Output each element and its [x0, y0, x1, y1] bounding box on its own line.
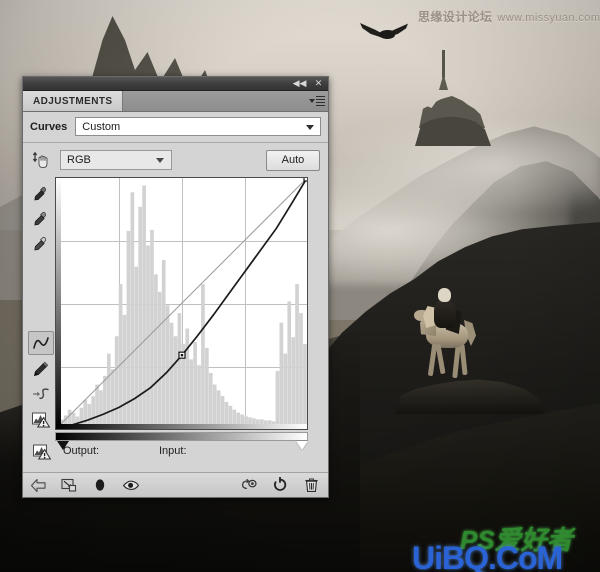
horse-leg-rear-2	[459, 343, 468, 376]
smooth-curve-button[interactable]	[29, 383, 53, 405]
view-previous-state-button[interactable]	[240, 476, 258, 494]
eye-icon	[122, 480, 140, 490]
return-to-adjustment-list-button[interactable]	[29, 476, 47, 494]
preset-dropdown[interactable]: Custom	[75, 117, 321, 136]
bird-silhouette	[360, 22, 412, 44]
panel-titlebar: ◀◀ ✕	[23, 77, 328, 91]
left-arrow-icon	[30, 478, 46, 492]
targeted-adjustment-tool-button[interactable]	[30, 149, 52, 171]
white-point-slider[interactable]	[296, 441, 308, 450]
bird-body	[379, 30, 395, 39]
watermark-bottom: PS爱好者 UiBQ.CoM	[412, 520, 600, 572]
channel-row: RGB Auto	[23, 143, 328, 177]
delete-adjustment-layer-button[interactable]	[302, 476, 320, 494]
adjustment-title: Curves	[30, 120, 68, 133]
input-field-group: Input:	[159, 445, 259, 457]
output-field-group: Output:	[63, 445, 159, 457]
castle-tower-roof	[439, 74, 448, 90]
black-point-eyedropper-button[interactable]	[29, 183, 53, 205]
curve-graph-area	[23, 177, 328, 450]
histogram-bars	[56, 185, 307, 429]
watermark-top-url: www.missyuan.com	[497, 12, 600, 24]
curve-icon	[33, 337, 49, 349]
curves-graph[interactable]	[55, 177, 308, 430]
histogram-options-button[interactable]	[29, 408, 53, 430]
rider-torso	[434, 300, 456, 328]
reset-adjustment-button[interactable]	[271, 476, 289, 494]
clip-to-layer-button[interactable]	[60, 476, 78, 494]
pencil-draw-curve-tool-button[interactable]	[29, 358, 53, 380]
chevron-down-icon	[309, 99, 315, 103]
preset-row: Curves Custom	[23, 112, 328, 143]
auto-button-label: Auto	[281, 154, 305, 166]
panel-menu-icon[interactable]	[306, 91, 328, 111]
chevron-down-icon	[156, 158, 164, 163]
channel-dropdown[interactable]: RGB	[60, 150, 172, 170]
collapse-panel-icon[interactable]: ◀◀	[293, 78, 307, 89]
histogram-warning-icon	[33, 444, 52, 460]
eyedropper-icon	[34, 236, 46, 251]
castle-on-peak	[415, 50, 491, 146]
eyedropper-icon	[34, 186, 46, 201]
clip-mask-icon	[60, 478, 76, 492]
watermark-top: 思缘设计论坛 www.missyuan.com	[418, 8, 600, 25]
tonal-range-gradient-bar	[55, 432, 308, 441]
watermark-bottom-blue: UiBQ.CoM	[412, 540, 563, 572]
horse-leg-front-2	[435, 343, 446, 375]
white-point-eyedropper-button[interactable]	[29, 233, 53, 255]
horse-and-rider	[414, 286, 480, 398]
chevron-down-icon	[306, 124, 314, 130]
panel-tabstrip: ADJUSTMENTS	[23, 91, 328, 112]
eyedropper-icon	[34, 211, 46, 226]
castle-spire	[442, 50, 445, 78]
gray-point-eyedropper-button[interactable]	[29, 208, 53, 230]
toggle-layer-visibility-button[interactable]	[122, 476, 140, 494]
output-gradient-ramp	[56, 178, 61, 429]
previous-state-icon	[241, 479, 257, 490]
hamburger-icon	[316, 95, 325, 107]
watermark-top-chinese: 思缘设计论坛	[418, 10, 493, 24]
screenshot-root: 思缘设计论坛 www.missyuan.com PS爱好者 UiBQ.CoM ◀◀…	[0, 0, 600, 572]
curve-plot	[56, 178, 307, 429]
tab-adjustments-label: ADJUSTMENTS	[33, 95, 113, 107]
panel-bottom-toolbar	[23, 472, 328, 497]
trash-icon	[304, 478, 318, 492]
smooth-curve-icon	[33, 388, 49, 400]
input-label: Input:	[159, 445, 187, 457]
curve-control-point-selected-dot	[180, 353, 184, 357]
curve-tools-column	[27, 177, 55, 430]
auto-button[interactable]: Auto	[266, 149, 320, 171]
channel-dropdown-value: RGB	[67, 154, 91, 166]
preset-dropdown-value: Custom	[82, 120, 121, 133]
graph-wrapper	[55, 177, 310, 450]
filled-circle-icon	[95, 479, 105, 491]
tab-adjustments[interactable]: ADJUSTMENTS	[23, 91, 124, 111]
edit-points-curve-tool-button[interactable]	[28, 331, 54, 355]
histogram-options-icon[interactable]	[29, 439, 55, 463]
pencil-icon	[33, 361, 49, 377]
rider-head	[438, 288, 451, 302]
adjustment-preview-button[interactable]	[91, 476, 109, 494]
close-icon[interactable]: ✕	[312, 78, 325, 89]
adjustments-panel: ◀◀ ✕ ADJUSTMENTS Curves Custom RGB Auto …	[22, 76, 329, 498]
tabstrip-filler	[123, 91, 306, 111]
hand-pointer-icon	[32, 151, 48, 168]
input-gradient-ramp	[56, 424, 307, 429]
curve-control-point-2[interactable]	[303, 178, 307, 182]
reset-circular-arrow-icon	[274, 477, 287, 491]
black-point-slider[interactable]	[57, 441, 69, 450]
histogram-warning-icon	[32, 412, 51, 428]
